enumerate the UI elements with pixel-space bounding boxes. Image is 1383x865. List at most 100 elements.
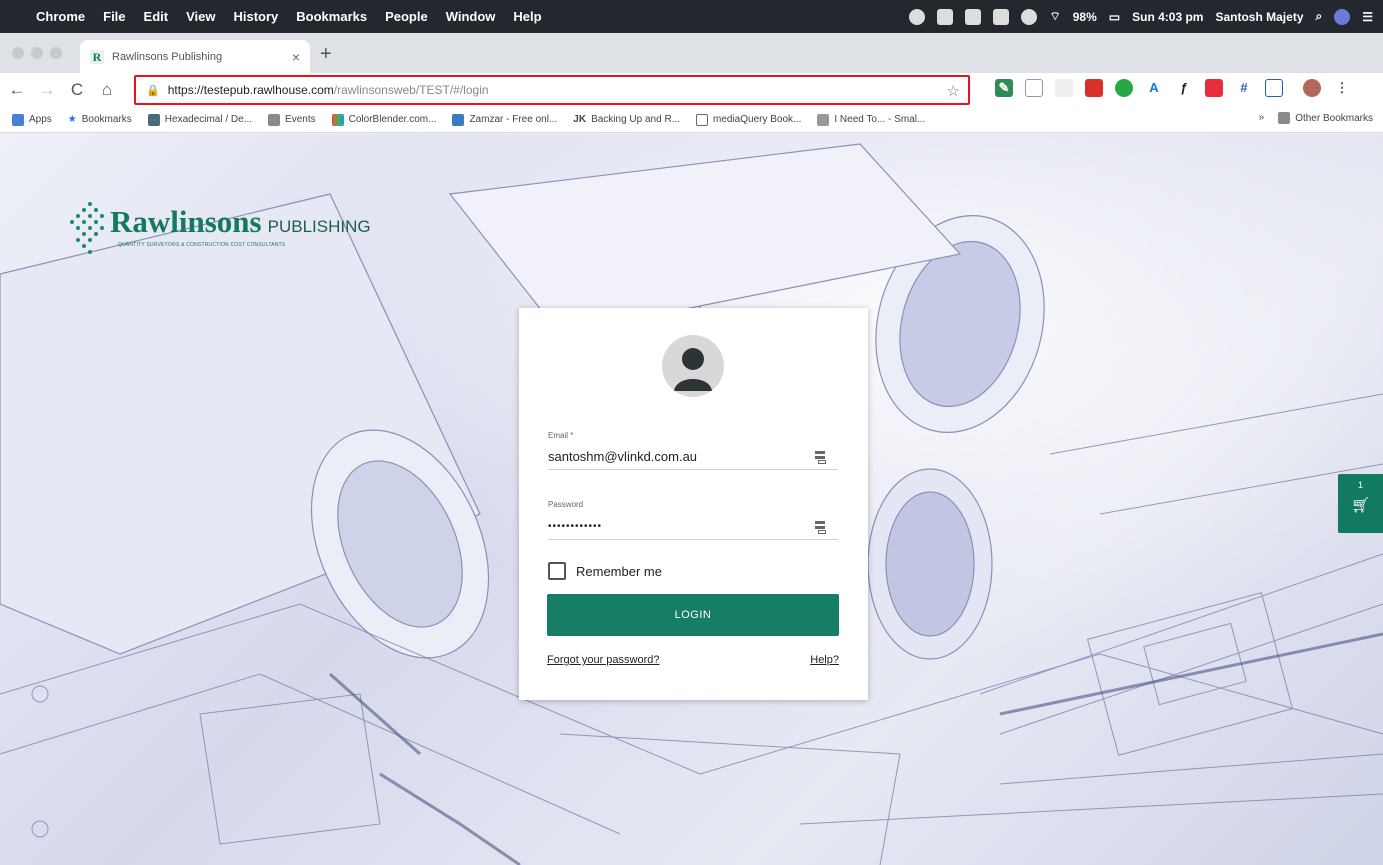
help-link[interactable]: Help? bbox=[810, 654, 839, 666]
tab-close-icon[interactable]: × bbox=[292, 49, 300, 65]
extension-pen-icon[interactable]: ✎ bbox=[995, 79, 1013, 97]
extension-hash-icon[interactable]: # bbox=[1235, 79, 1253, 97]
bookmark-label: Hexadecimal / De... bbox=[164, 114, 253, 125]
menu-history[interactable]: History bbox=[233, 9, 278, 24]
bookmark-zamzar[interactable]: Zamzar - Free onl... bbox=[452, 113, 558, 126]
bookmark-backing-up[interactable]: JK Backing Up and R... bbox=[573, 114, 680, 125]
menu-file[interactable]: File bbox=[103, 9, 125, 24]
email-field[interactable] bbox=[548, 444, 838, 470]
minimize-window-icon[interactable] bbox=[31, 47, 43, 59]
user-avatar-icon bbox=[662, 335, 724, 397]
colorblender-icon bbox=[331, 113, 344, 126]
extension-font-icon[interactable]: ƒ bbox=[1175, 79, 1193, 97]
menu-app-chrome[interactable]: Chrome bbox=[36, 9, 85, 24]
forward-icon[interactable]: → bbox=[34, 80, 60, 100]
folder-icon bbox=[268, 113, 281, 126]
reload-icon[interactable]: C bbox=[64, 80, 90, 100]
bookmark-bookmarks[interactable]: ★ Bookmarks bbox=[68, 114, 132, 125]
password-autofill-icon[interactable] bbox=[815, 521, 827, 534]
bookmark-label: Apps bbox=[29, 114, 52, 125]
ineedto-site-icon bbox=[817, 113, 830, 126]
bookmarks-right: » Other Bookmarks bbox=[1259, 112, 1373, 124]
url-host: https://testepub.rawlhouse.com bbox=[167, 83, 334, 97]
menubar-status-area: ⌔ 98% ▭ Sun 4:03 pm Santosh Majety ⌕ ☰ bbox=[909, 0, 1373, 33]
extension-pdf-icon[interactable] bbox=[1205, 79, 1223, 97]
bookmark-label: Backing Up and R... bbox=[591, 114, 680, 125]
bookmark-label: ColorBlender.com... bbox=[348, 114, 437, 125]
logo-wordmark: Rawlinsons PUBLISHING bbox=[110, 204, 371, 240]
battery-icon[interactable]: ▭ bbox=[1109, 10, 1120, 24]
extension-window-icon[interactable] bbox=[1265, 79, 1283, 97]
remember-me-label[interactable]: Remember me bbox=[576, 564, 662, 579]
bookmark-colorblender[interactable]: ColorBlender.com... bbox=[331, 113, 437, 126]
cart-button[interactable]: 1 🛒︎ bbox=[1338, 474, 1383, 533]
lock-icon[interactable]: 🔒 bbox=[146, 84, 160, 97]
browser-toolbar: ← → C ⌂ 🔒 https://testepub.rawlhouse.com… bbox=[0, 73, 1383, 107]
menu-people[interactable]: People bbox=[385, 9, 428, 24]
tab-favicon: R bbox=[90, 49, 104, 64]
extension-green-icon[interactable] bbox=[1115, 79, 1133, 97]
bookmark-mediaquery[interactable]: mediaQuery Book... bbox=[696, 113, 801, 126]
status-app-icon[interactable] bbox=[937, 8, 954, 25]
menu-edit[interactable]: Edit bbox=[144, 9, 169, 24]
chrome-menu-icon[interactable]: ⋮ bbox=[1333, 79, 1351, 97]
menu-bookmarks[interactable]: Bookmarks bbox=[296, 9, 367, 24]
shopping-cart-icon: 🛒︎ bbox=[1350, 497, 1371, 514]
bookmark-star-icon[interactable]: ☆ bbox=[947, 82, 960, 100]
siri-icon[interactable] bbox=[1334, 8, 1351, 25]
bookmark-events[interactable]: Events bbox=[268, 113, 316, 126]
bookmark-label: Bookmarks bbox=[81, 114, 132, 125]
rawlinsons-logo: Rawlinsons PUBLISHING QUANTITY SURVEYORS … bbox=[70, 202, 371, 262]
other-bookmarks[interactable]: Other Bookmarks bbox=[1278, 112, 1373, 124]
notification-center-icon[interactable]: ☰ bbox=[1362, 10, 1373, 24]
back-icon[interactable]: ← bbox=[4, 80, 30, 100]
zamzar-icon bbox=[452, 113, 465, 126]
wifi-icon[interactable]: ⌔ bbox=[1049, 9, 1060, 24]
logo-tagline: QUANTITY SURVEYORS & CONSTRUCTION COST C… bbox=[118, 242, 286, 248]
remember-me-checkbox[interactable] bbox=[548, 562, 566, 580]
bookmarks-overflow-icon[interactable]: » bbox=[1259, 112, 1265, 124]
bookmark-ineedto[interactable]: I Need To... - Smal... bbox=[817, 113, 926, 126]
jk-site-icon: JK bbox=[573, 114, 587, 125]
extension-a-icon[interactable]: A bbox=[1145, 79, 1163, 97]
new-tab-icon[interactable]: + bbox=[320, 43, 332, 66]
zoom-window-icon[interactable] bbox=[50, 47, 62, 59]
menu-window[interactable]: Window bbox=[446, 9, 496, 24]
clock[interactable]: Sun 4:03 pm bbox=[1132, 10, 1203, 24]
spotlight-search-icon[interactable]: ⌕ bbox=[1316, 9, 1323, 24]
cast-icon[interactable] bbox=[1025, 79, 1043, 97]
close-window-icon[interactable] bbox=[12, 47, 24, 59]
email-autofill-icon[interactable] bbox=[815, 451, 827, 464]
folder-icon bbox=[1278, 112, 1291, 124]
logo-suffix: PUBLISHING bbox=[267, 217, 371, 236]
login-button[interactable]: LOGIN bbox=[547, 594, 839, 636]
forgot-password-link[interactable]: Forgot your password? bbox=[547, 654, 660, 666]
extensions-area: ✎ A ƒ # ⋮ bbox=[995, 79, 1351, 97]
battery-percent[interactable]: 98% bbox=[1073, 10, 1097, 24]
user-name[interactable]: Santosh Majety bbox=[1215, 10, 1303, 24]
cart-count: 1 bbox=[1357, 480, 1363, 490]
menu-view[interactable]: View bbox=[186, 9, 215, 24]
time-machine-icon[interactable] bbox=[1021, 8, 1038, 25]
home-icon[interactable]: ⌂ bbox=[94, 80, 120, 100]
password-field[interactable] bbox=[548, 514, 838, 540]
status-drive-icon[interactable] bbox=[965, 8, 982, 25]
macos-menu-bar: Chrome File Edit View History Bookmarks … bbox=[0, 0, 1383, 33]
bookmark-apps[interactable]: Apps bbox=[12, 113, 52, 126]
status-clipboard-icon[interactable] bbox=[993, 8, 1010, 25]
page-icon bbox=[696, 113, 708, 126]
browser-tab-active[interactable]: R Rawlinsons Publishing × bbox=[80, 40, 310, 73]
bookmark-label: Zamzar - Free onl... bbox=[469, 114, 558, 125]
extension-red-icon[interactable] bbox=[1085, 79, 1103, 97]
address-bar[interactable]: 🔒 https://testepub.rawlhouse.com/rawlins… bbox=[134, 75, 970, 105]
hex-site-icon bbox=[147, 113, 160, 126]
status-circle-icon[interactable] bbox=[909, 8, 926, 25]
bookmark-label: I Need To... - Smal... bbox=[834, 114, 926, 125]
extension-copy-icon[interactable] bbox=[1055, 79, 1073, 97]
menu-help[interactable]: Help bbox=[513, 9, 541, 24]
profile-avatar-icon[interactable] bbox=[1303, 79, 1321, 97]
window-controls bbox=[12, 47, 62, 59]
star-icon: ★ bbox=[67, 114, 77, 125]
bookmark-hexadecimal[interactable]: Hexadecimal / De... bbox=[147, 113, 253, 126]
url-path: /rawlinsonsweb/TEST/#/login bbox=[333, 83, 489, 97]
